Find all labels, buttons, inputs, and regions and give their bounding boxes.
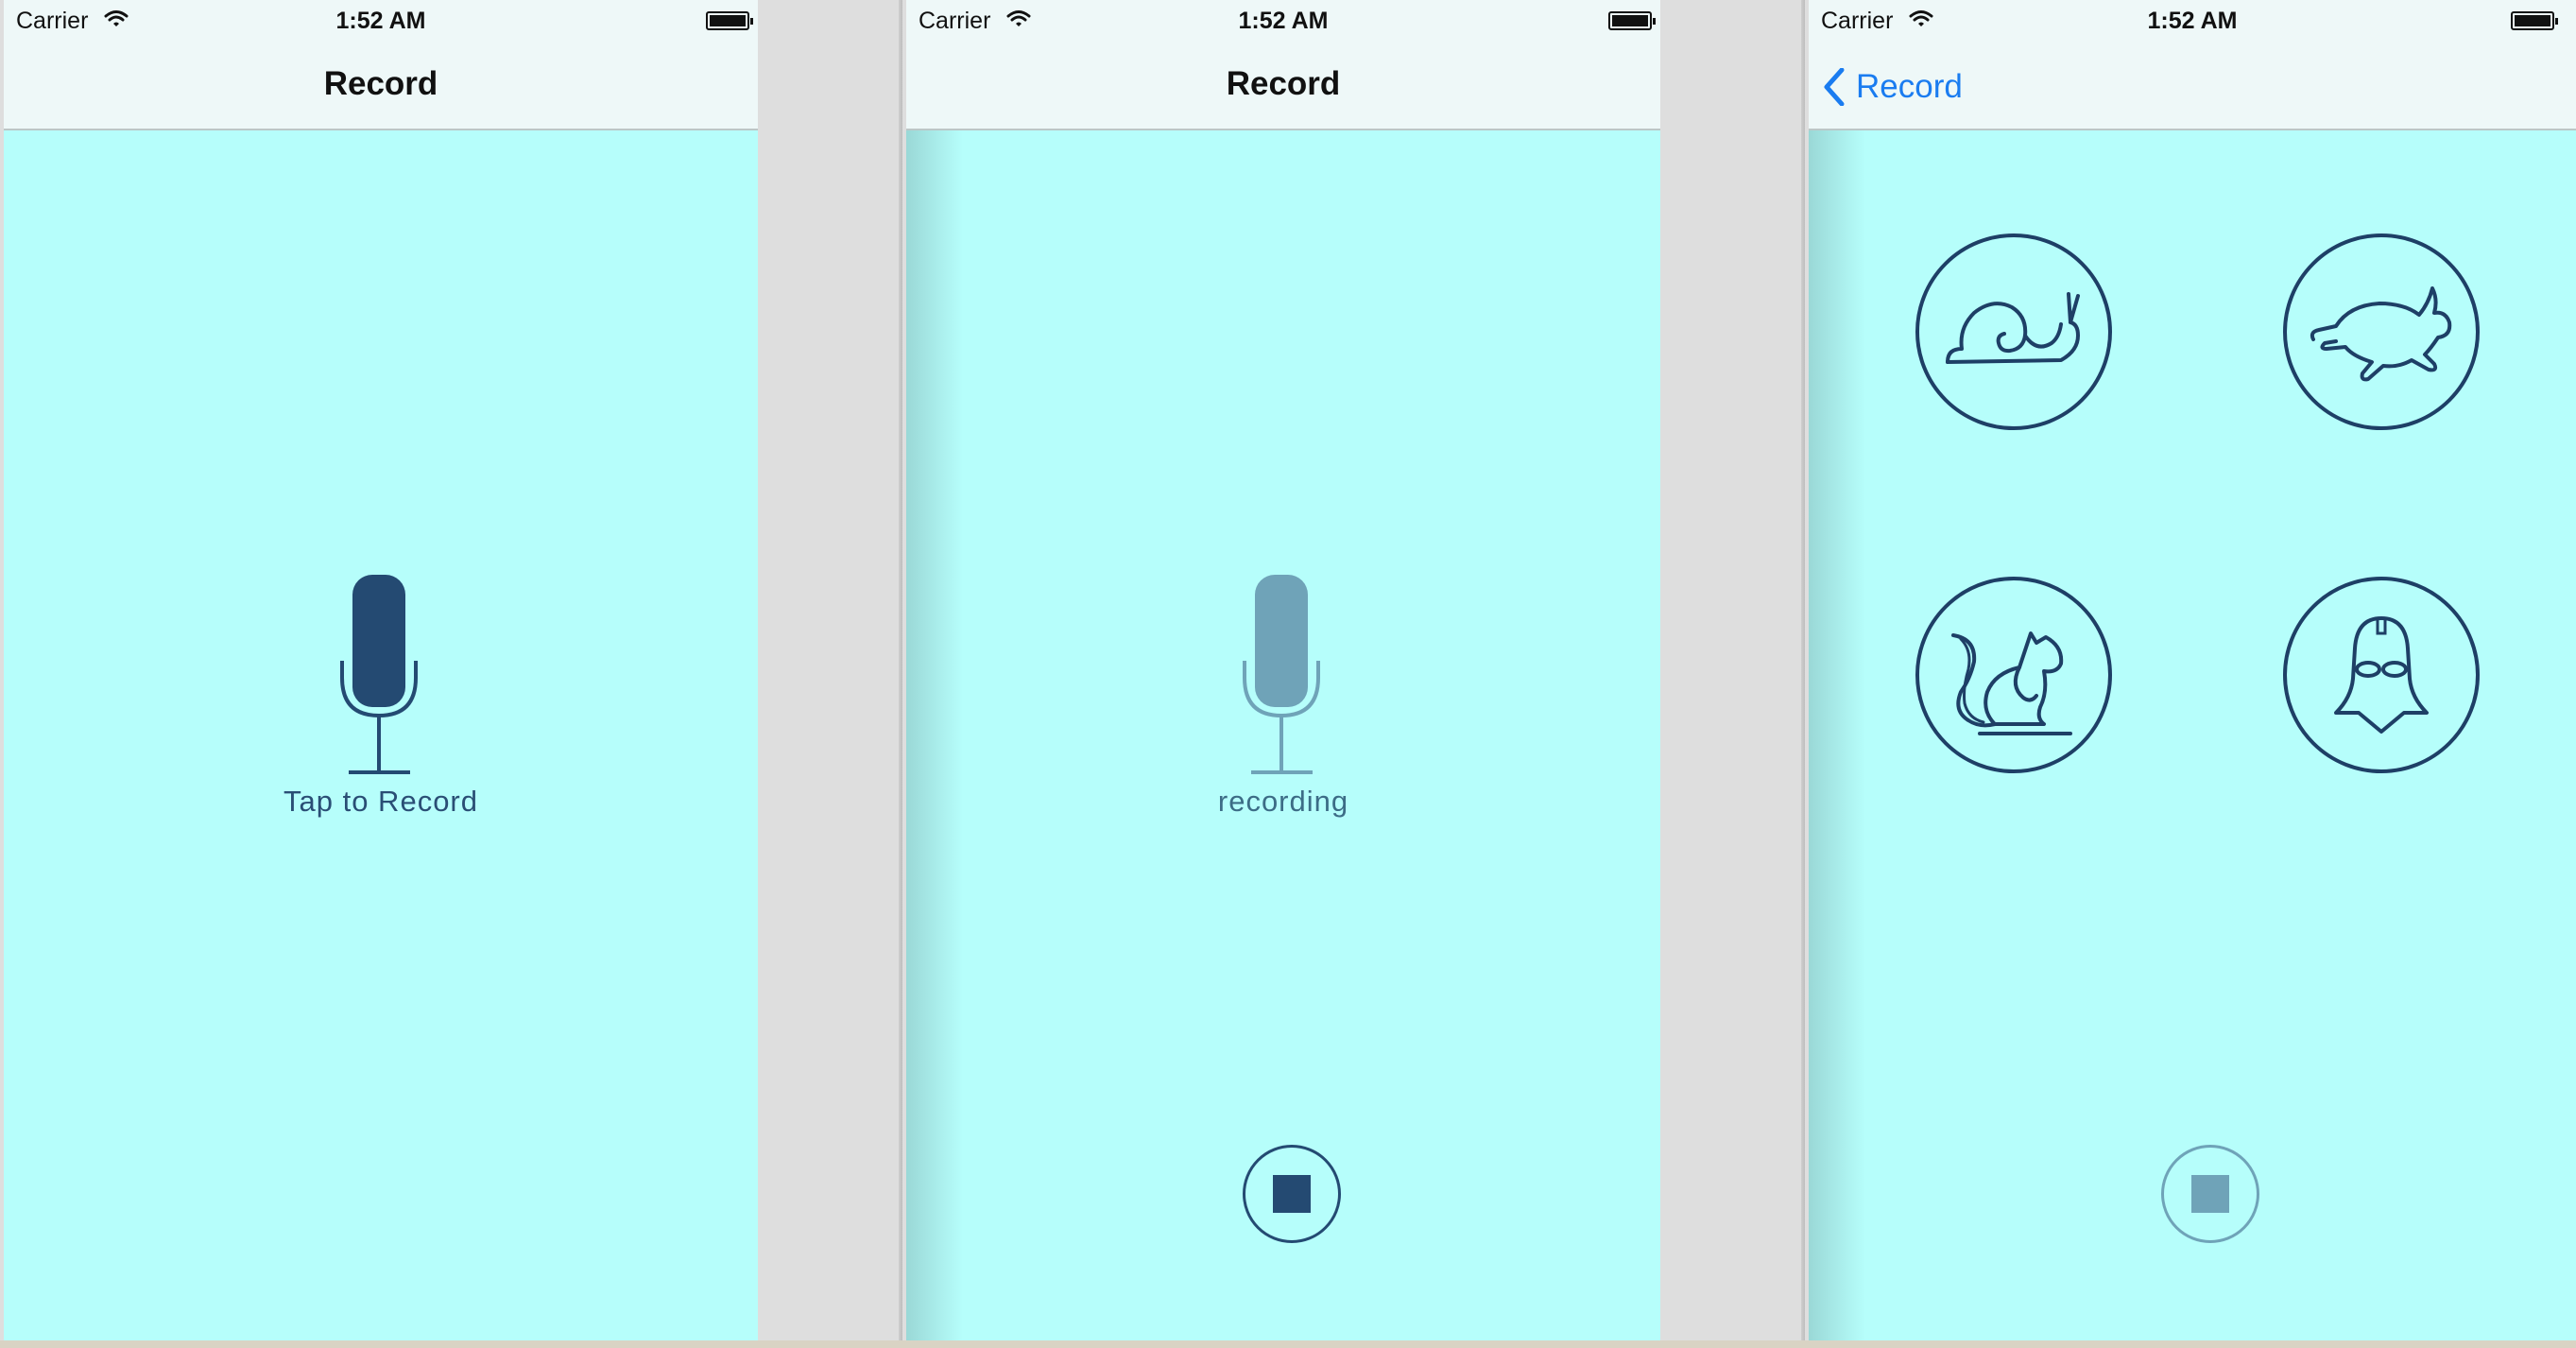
slow-effect-button[interactable]	[1915, 233, 2112, 430]
screen-content: Carrier 1:52 AM Record	[4, 0, 758, 1340]
stop-icon	[1273, 1175, 1311, 1213]
record-button[interactable]	[4, 574, 758, 775]
navigation-bar: Record	[1809, 38, 2576, 130]
desktop-strip	[0, 1340, 2576, 1348]
back-button-label: Record	[1856, 68, 1963, 105]
nav-title: Record	[323, 65, 438, 102]
nav-title: Record	[1226, 65, 1341, 102]
navigation-bar: Record	[906, 38, 1660, 130]
recording-status-label: recording	[1217, 785, 1349, 818]
microphone-icon	[340, 575, 418, 774]
record-hint-label: Tap to Record	[283, 785, 478, 818]
status-bar: Carrier 1:52 AM	[4, 0, 758, 38]
battery-icon	[2511, 11, 2558, 30]
snail-icon	[1946, 292, 2080, 364]
microphone-icon	[1243, 575, 1320, 774]
screen-record-idle: Carrier 1:52 AM Record Tap to Record	[0, 0, 902, 1340]
squirrel-icon	[1951, 631, 2072, 735]
darth-vader-icon	[2334, 616, 2429, 734]
navigation-bar: Record	[4, 38, 758, 130]
simulator-screenshots: Carrier 1:52 AM Record Tap to Record Car…	[0, 0, 2576, 1348]
status-time: 1:52 AM	[2147, 8, 2238, 34]
back-button[interactable]: Record	[1824, 63, 1963, 111]
stop-button[interactable]	[1243, 1145, 1341, 1243]
battery-icon	[706, 11, 753, 30]
status-bar: Carrier 1:52 AM	[1809, 0, 2576, 38]
vader-effect-button[interactable]	[2283, 577, 2480, 773]
battery-icon	[1608, 11, 1656, 30]
status-time: 1:52 AM	[1238, 8, 1329, 34]
stop-button[interactable]	[2161, 1145, 2259, 1243]
status-bar: Carrier 1:52 AM	[906, 0, 1660, 38]
screen-play-sounds: Carrier 1:52 AM Record	[1805, 0, 2576, 1340]
record-button[interactable]	[906, 574, 1660, 775]
screen-content: Carrier 1:52 AM Record	[1809, 0, 2576, 1340]
status-time: 1:52 AM	[335, 8, 426, 34]
screen-content: Carrier 1:52 AM Record	[906, 0, 1660, 1340]
rabbit-icon	[2310, 286, 2452, 382]
chipmunk-effect-button[interactable]	[1915, 577, 2112, 773]
stop-icon	[2191, 1175, 2229, 1213]
fast-effect-button[interactable]	[2283, 233, 2480, 430]
screen-recording: Carrier 1:52 AM Record recording	[902, 0, 1805, 1340]
chevron-left-icon	[1824, 68, 1845, 106]
